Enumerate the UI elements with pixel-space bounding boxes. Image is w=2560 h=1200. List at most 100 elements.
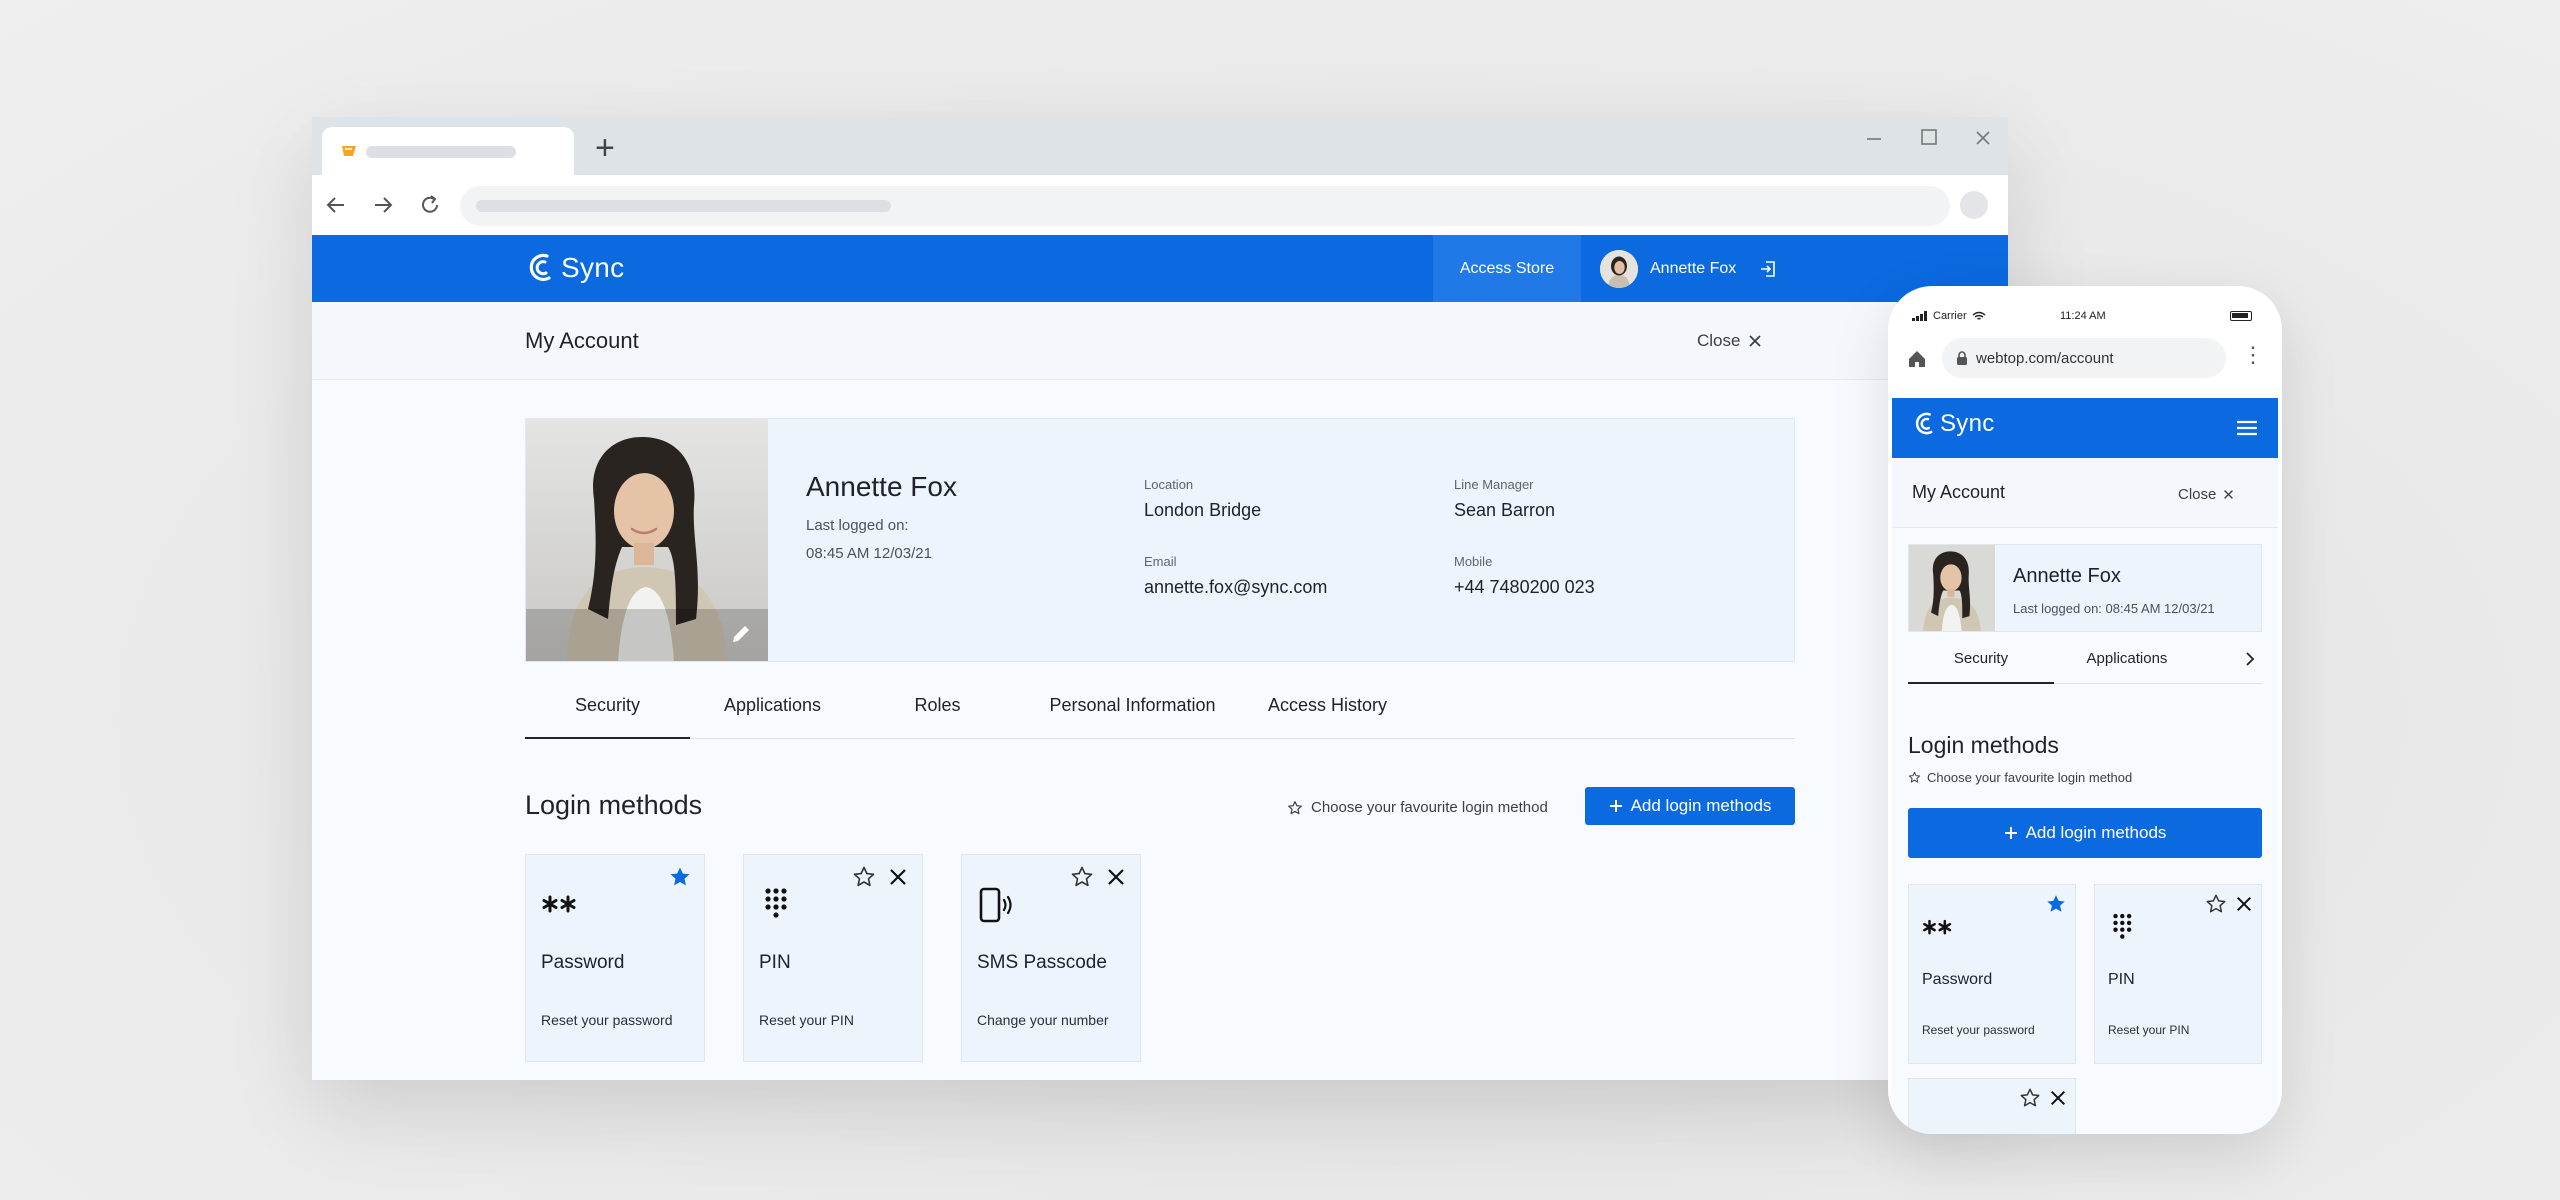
mobile-device: Carrier 11:24 AM webtop.com/account ⋮ Sy… xyxy=(1888,286,2282,1134)
logo-text: Sync xyxy=(1940,410,1995,437)
lock-icon xyxy=(1957,351,1967,365)
method-action[interactable]: Change your number xyxy=(977,1012,1109,1028)
add-login-methods-label: Add login methods xyxy=(2025,823,2167,842)
home-icon[interactable] xyxy=(1906,348,1928,370)
tab-applications[interactable]: Applications xyxy=(2054,646,2200,684)
star-outline-icon[interactable] xyxy=(2205,893,2227,915)
mobile-content: Annette Fox Last logged on: 08:45 AM 12/… xyxy=(1892,528,2278,1134)
profile-card: Annette Fox Last logged on: 08:45 AM 12/… xyxy=(1908,544,2262,632)
star-outline-icon xyxy=(1908,771,1921,783)
method-action[interactable]: Reset your password xyxy=(1922,1023,2035,1037)
plus-icon xyxy=(2004,827,2017,839)
method-action[interactable]: Reset your password xyxy=(541,1012,673,1028)
favourite-hint-text: Choose your favourite login method xyxy=(1311,799,1548,816)
mobile-url-text: webtop.com/account xyxy=(1976,349,2114,367)
method-name: Password xyxy=(541,952,625,973)
remove-icon[interactable] xyxy=(1106,867,1126,887)
tab-security[interactable]: Security xyxy=(1908,646,2054,684)
profile-photo xyxy=(526,419,768,661)
method-name: Password xyxy=(1922,971,1993,988)
favourite-hint: Choose your favourite login method xyxy=(1908,770,2132,785)
signal-icon xyxy=(1912,311,1927,321)
edit-pencil-icon[interactable] xyxy=(730,623,752,645)
remove-icon[interactable] xyxy=(2235,895,2253,913)
tab-applications[interactable]: Applications xyxy=(690,693,855,739)
back-arrow-icon[interactable] xyxy=(322,191,350,219)
remove-icon[interactable] xyxy=(888,867,908,887)
sync-logo[interactable]: Sync xyxy=(1912,410,1995,438)
favourite-hint-text: Choose your favourite login method xyxy=(1927,770,2133,785)
profile-photo xyxy=(1909,545,1995,631)
tab-security[interactable]: Security xyxy=(525,693,690,739)
user-menu[interactable]: Annette Fox xyxy=(1600,249,1778,289)
access-store-button[interactable]: Access Store xyxy=(1433,235,1581,302)
star-filled-icon[interactable] xyxy=(2045,893,2067,915)
location-value: London Bridge xyxy=(1144,500,1262,520)
tab-access-history[interactable]: Access History xyxy=(1245,693,1410,739)
add-login-methods-button[interactable]: Add login methods xyxy=(1585,787,1795,825)
star-outline-icon[interactable] xyxy=(2019,1087,2041,1109)
close-window-icon[interactable] xyxy=(1974,129,1992,147)
add-login-methods-button[interactable]: Add login methods xyxy=(1908,808,2262,858)
star-outline-icon[interactable] xyxy=(852,865,876,889)
mobile-value: +44 7480200 023 xyxy=(1454,577,1595,597)
browser-profile-icon[interactable] xyxy=(1960,191,1988,219)
page-subheader: My Account Close xyxy=(312,302,2008,380)
profile-name: Annette Fox xyxy=(2013,565,2121,587)
main-content: Annette Fox Last logged on: 08:45 AM 12/… xyxy=(312,380,2008,1080)
app-header: Sync Access Store Annette Fox xyxy=(312,235,2008,302)
account-tabs: Security Applications Roles Personal Inf… xyxy=(525,693,1795,739)
chevron-right-icon[interactable] xyxy=(2242,651,2258,667)
login-methods-title: Login methods xyxy=(525,790,703,820)
carrier: Carrier xyxy=(1912,310,1986,322)
tab-title-placeholder xyxy=(366,146,516,158)
hamburger-menu-icon[interactable] xyxy=(2236,418,2258,438)
star-outline-icon xyxy=(1288,800,1302,814)
tab-personal-information[interactable]: Personal Information xyxy=(1020,693,1245,739)
close-button[interactable]: Close xyxy=(1697,331,1762,351)
forward-arrow-icon[interactable] xyxy=(369,191,397,219)
sync-logo-icon xyxy=(1915,412,1933,435)
mobile-app-header: Sync xyxy=(1892,398,2278,458)
mobile-label: Mobile xyxy=(1454,554,1493,569)
browser-window: + Sync Access Store Annette Fox My Accou… xyxy=(312,117,2008,1080)
tab-roles[interactable]: Roles xyxy=(855,693,1020,739)
status-bar: Carrier 11:24 AM xyxy=(1888,306,2282,330)
sync-logo[interactable]: Sync xyxy=(525,249,624,287)
maximize-icon[interactable] xyxy=(1919,127,1939,147)
close-button[interactable]: Close xyxy=(2178,486,2234,503)
star-filled-icon[interactable] xyxy=(668,865,692,889)
method-action[interactable]: Reset your PIN xyxy=(759,1012,854,1028)
method-action[interactable]: Reset your PIN xyxy=(2108,1023,2189,1037)
logo-text: Sync xyxy=(561,252,625,283)
new-tab-icon[interactable]: + xyxy=(595,131,615,165)
favourite-hint: Choose your favourite login method xyxy=(1287,799,1548,816)
mobile-address-field[interactable]: webtop.com/account xyxy=(1942,338,2226,378)
star-outline-icon[interactable] xyxy=(1070,865,1094,889)
login-method-card-pin[interactable]: PIN Reset your PIN xyxy=(2094,884,2262,1064)
mobile-account-tabs: Security Applications xyxy=(1908,646,2262,684)
logout-icon[interactable] xyxy=(1758,259,1778,279)
address-bar[interactable] xyxy=(460,186,1950,226)
remove-icon[interactable] xyxy=(2049,1089,2067,1107)
close-icon xyxy=(2224,490,2234,499)
login-method-card-sms[interactable]: SMS Passcode Change your number xyxy=(961,854,1141,1062)
line-manager-value: Sean Barron xyxy=(1454,500,1556,520)
line-manager-label: Line Manager xyxy=(1454,477,1534,492)
add-login-methods-label: Add login methods xyxy=(1630,796,1772,815)
method-name: SMS Passcode xyxy=(977,952,1107,973)
login-method-card-password[interactable]: Password Reset your password xyxy=(1908,884,2076,1064)
kebab-menu-icon[interactable]: ⋮ xyxy=(2242,344,2264,366)
minimize-icon[interactable] xyxy=(1864,129,1884,149)
login-method-card-pin[interactable]: PIN Reset your PIN xyxy=(743,854,923,1062)
avatar-portrait xyxy=(1600,250,1638,288)
browser-tab[interactable] xyxy=(322,127,574,175)
address-placeholder xyxy=(476,200,891,212)
last-logged: Last logged on: 08:45 AM 12/03/21 xyxy=(2013,601,2215,616)
login-method-card-sms[interactable] xyxy=(1908,1078,2076,1134)
sync-logo-icon xyxy=(529,253,551,282)
login-method-card-password[interactable]: Password Reset your password xyxy=(525,854,705,1062)
reload-icon[interactable] xyxy=(416,191,444,219)
avatar xyxy=(1600,250,1638,288)
close-label: Close xyxy=(2178,486,2217,503)
